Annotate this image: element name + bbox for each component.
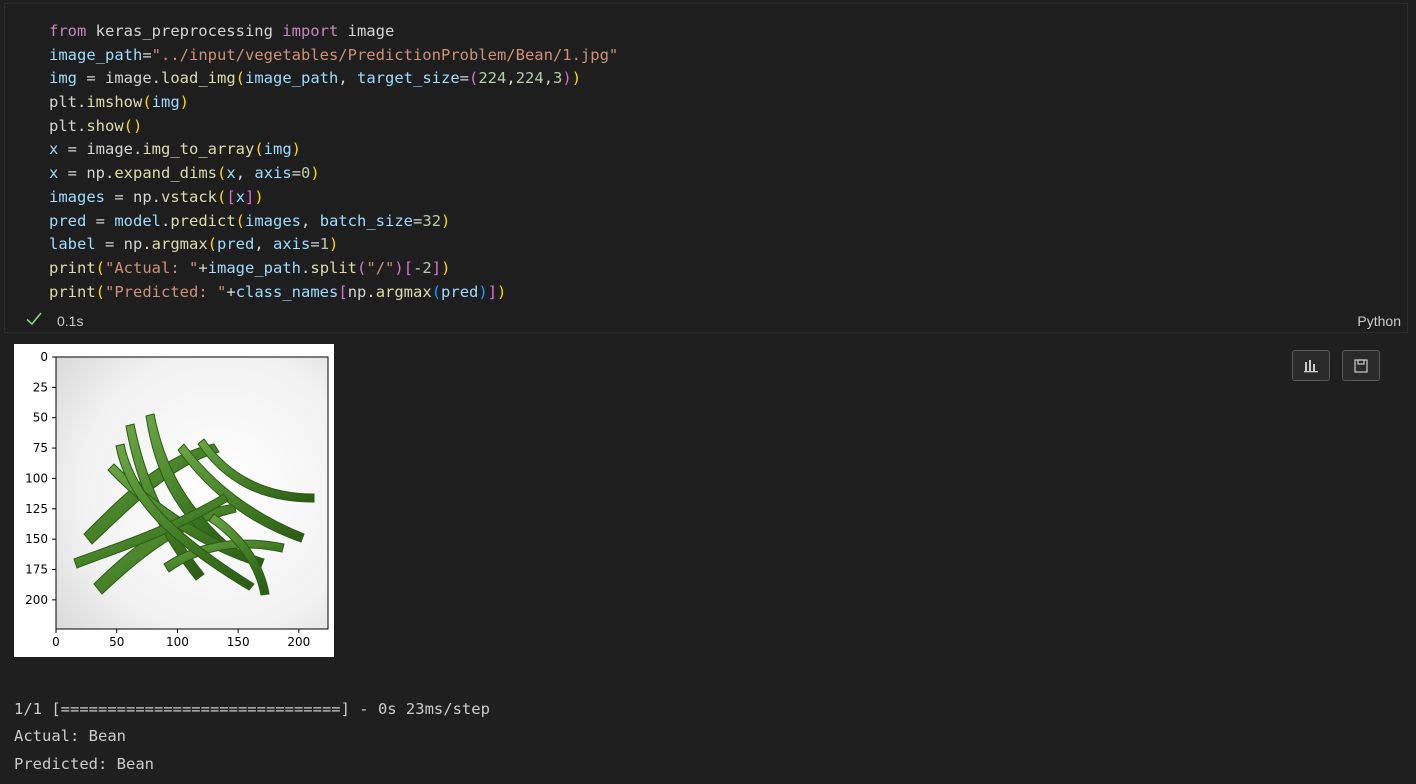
- y-tick-label: 0: [40, 350, 48, 364]
- code-line[interactable]: from keras_preprocessing import image: [49, 20, 618, 44]
- code-line[interactable]: img = image.load_img(image_path, target_…: [49, 67, 618, 91]
- chart-button[interactable]: [1292, 350, 1330, 381]
- x-tick-label: 0: [52, 635, 60, 649]
- code-cell[interactable]: from keras_preprocessing import image ima…: [4, 3, 1408, 333]
- code-line[interactable]: plt.show(): [49, 115, 618, 139]
- x-tick-label: 150: [227, 635, 250, 649]
- y-tick-label: 100: [25, 471, 48, 485]
- save-output-button[interactable]: [1342, 350, 1380, 381]
- y-tick-label: 75: [33, 441, 48, 455]
- y-tick-label: 125: [25, 502, 48, 516]
- save-icon: [1354, 358, 1368, 373]
- bar-chart-icon: [1304, 359, 1318, 372]
- code-line[interactable]: print("Actual: "+image_path.split("/")[-…: [49, 257, 618, 281]
- code-line[interactable]: images = np.vstack([x]): [49, 186, 618, 210]
- actual-output: Actual: Bean: [14, 727, 126, 745]
- code-line[interactable]: plt.imshow(img): [49, 91, 618, 115]
- y-tick-label: 175: [25, 563, 48, 577]
- code-line[interactable]: x = np.expand_dims(x, axis=0): [49, 162, 618, 186]
- code-editor[interactable]: from keras_preprocessing import image ima…: [49, 20, 618, 304]
- code-line[interactable]: image_path="../input/vegetables/Predicti…: [49, 44, 618, 68]
- predicted-output: Predicted: Bean: [14, 755, 154, 773]
- code-line[interactable]: x = image.img_to_array(img): [49, 138, 618, 162]
- code-line[interactable]: print("Predicted: "+class_names[np.argma…: [49, 281, 618, 305]
- y-tick-label: 50: [33, 411, 48, 425]
- x-tick-label: 50: [109, 635, 124, 649]
- imshow-plot: 0 25 50 75 100 125 150 175 200 0 50 100 150 200: [25, 350, 329, 649]
- cell-status-bar: 0.1s Python: [5, 309, 1407, 333]
- code-line[interactable]: pred = model.predict(images, batch_size=…: [49, 210, 618, 234]
- kernel-language[interactable]: Python: [1357, 313, 1401, 329]
- x-tick-label: 200: [287, 635, 310, 649]
- progress-output: 1/1 [==============================] - 0…: [14, 700, 490, 718]
- plot-output: 0 25 50 75 100 125 150 175 200 0 50 100 150 200: [14, 344, 334, 657]
- y-tick-label: 200: [25, 593, 48, 607]
- y-tick-label: 150: [25, 532, 48, 546]
- execution-time: 0.1s: [57, 313, 84, 329]
- code-line[interactable]: label = np.argmax(pred, axis=1): [49, 233, 618, 257]
- x-tick-label: 100: [166, 635, 189, 649]
- check-icon: [26, 312, 42, 326]
- y-tick-label: 25: [33, 380, 48, 394]
